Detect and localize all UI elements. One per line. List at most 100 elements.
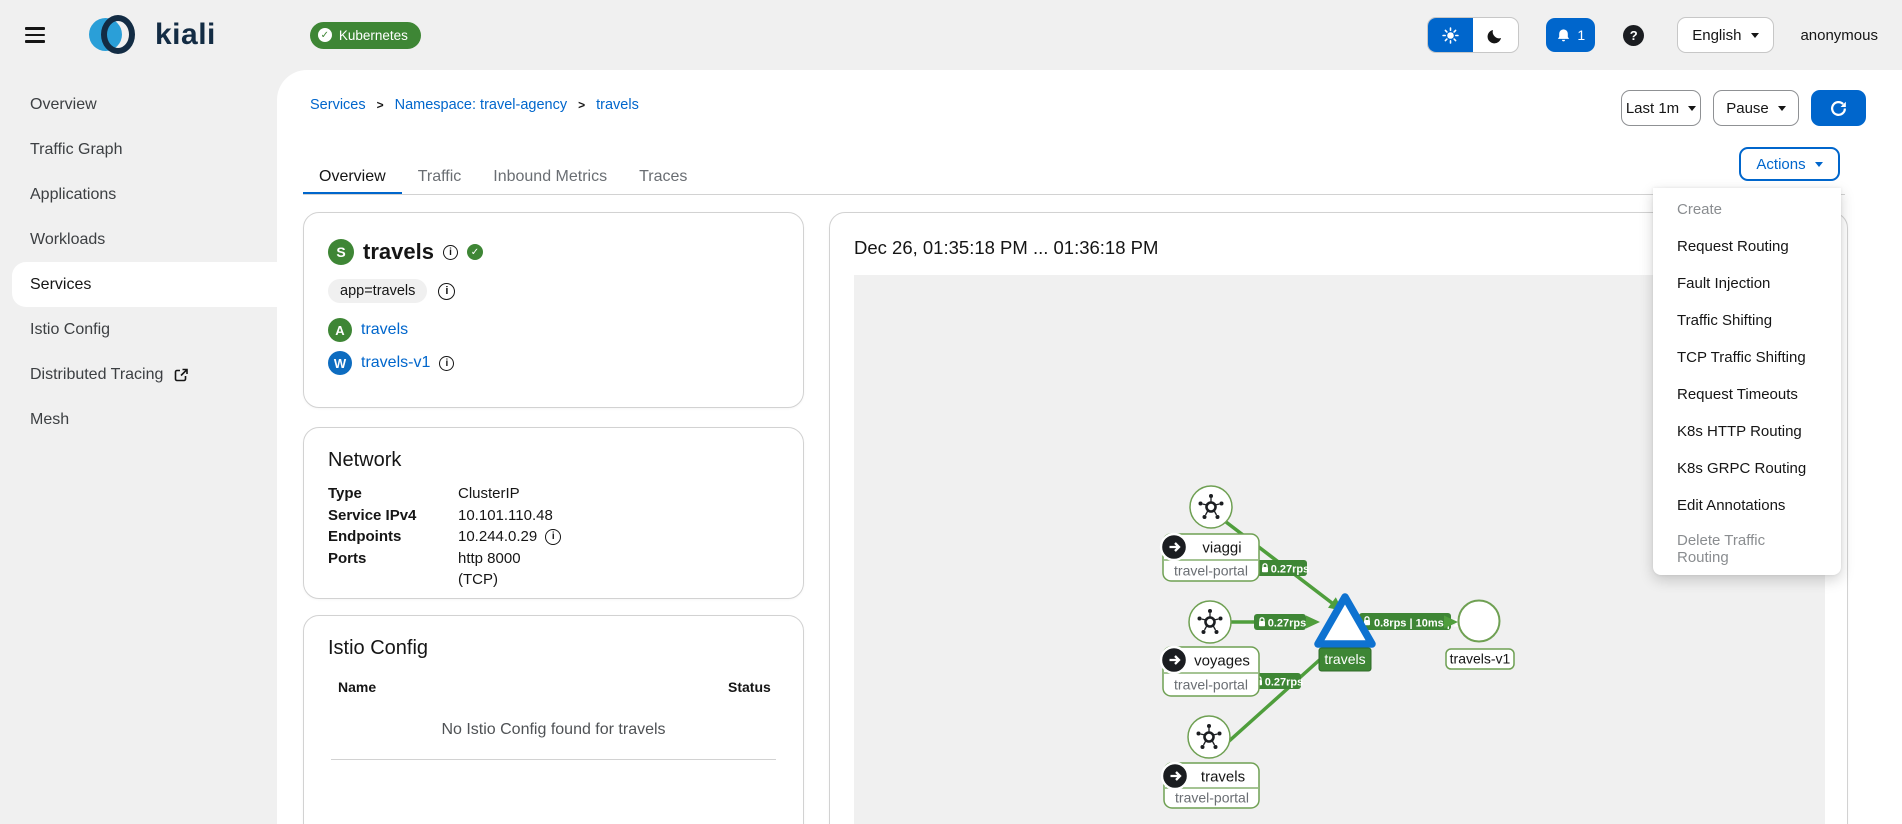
help-icon[interactable]: ? [1623,24,1645,46]
svg-text:voyages: voyages [1194,653,1250,670]
tab-traffic[interactable]: Traffic [402,159,478,194]
arrow-circle-icon [1159,532,1189,562]
sun-icon [1442,26,1459,44]
workload-box-node-viaggi[interactable]: viaggi travel-portal [1159,532,1260,582]
tab-overview[interactable]: Overview [303,159,402,195]
menu-item-create: Create [1677,201,1723,218]
moon-icon [1487,29,1502,43]
svg-text:0.27rps: 0.27rps [1268,618,1307,630]
theme-toggle [1427,17,1520,53]
svg-text:travel-portal: travel-portal [1175,790,1249,806]
tab-bar: Overview Traffic Inbound Metrics Traces [303,159,703,195]
refresh-interval-dropdown[interactable]: Pause [1713,90,1799,126]
breadcrumb-services[interactable]: Services [310,97,366,113]
info-icon[interactable]: i [439,355,455,371]
light-theme-button[interactable] [1428,18,1474,52]
sidebar-item-istio-config[interactable]: Istio Config [0,307,277,352]
duration-dropdown[interactable]: Last 1m [1621,90,1701,126]
menu-item-k8s-http-routing[interactable]: K8s HTTP Routing [1653,413,1841,450]
menu-item-request-timeouts[interactable]: Request Timeouts [1653,376,1841,413]
masthead: kiali ✓ Kubernetes 1 ? English anonymous [0,0,1902,70]
svg-text:travel-portal: travel-portal [1174,563,1248,579]
workload-box-node-travels[interactable]: travels travel-portal [1160,761,1260,809]
hamburger-menu-icon[interactable] [25,27,45,43]
refresh-button[interactable] [1811,90,1866,126]
app-link[interactable]: travels [361,321,408,339]
network-row-service-ip: Service IPv4 10.101.110.48 [328,506,553,524]
service-type-badge: S [328,239,354,265]
menu-item-traffic-shifting[interactable]: Traffic Shifting [1653,302,1841,339]
workload-circle-node-travels-v1[interactable]: travels-v1 [1445,599,1515,670]
app-type-badge: A [328,318,352,342]
menu-item-request-routing[interactable]: Request Routing [1653,228,1841,265]
breadcrumb: Services > Namespace: travel-agency > tr… [310,97,639,113]
menu-item-delete-traffic-routing: Delete Traffic Routing [1677,531,1766,566]
sidebar-item-distributed-tracing[interactable]: Distributed Tracing [0,352,277,397]
sidebar-item-services[interactable]: Services [12,262,277,307]
notifications-count: 1 [1577,27,1586,43]
workload-type-badge: W [328,351,352,375]
network-card-title: Network [328,449,402,471]
mesh-node[interactable] [1189,485,1233,529]
angle-right-icon: > [578,98,586,112]
tab-inbound-metrics[interactable]: Inbound Metrics [477,159,623,194]
istio-card-title: Istio Config [328,637,429,659]
dark-theme-button[interactable] [1473,18,1518,52]
kiali-logo-icon [89,13,147,57]
language-dropdown[interactable]: English [1677,17,1775,53]
info-icon[interactable]: i [442,244,458,260]
mesh-node[interactable] [1188,600,1232,644]
edge-rate-badge: 0.27rps [1254,614,1306,630]
kiali-logo[interactable]: kiali [89,13,216,57]
menu-item-edit-annotations[interactable]: Edit Annotations [1653,487,1841,524]
sidebar-item-traffic-graph[interactable]: Traffic Graph [0,127,277,172]
network-row-type: Type ClusterIP [328,485,520,502]
sync-icon [1831,100,1846,116]
actions-button[interactable]: Actions [1739,147,1840,181]
mesh-node[interactable] [1187,715,1231,759]
notifications-button[interactable]: 1 [1546,18,1596,52]
breadcrumb-service-name[interactable]: travels [596,97,639,113]
menu-item-fault-injection[interactable]: Fault Injection [1653,265,1841,302]
menu-item-k8s-grpc-routing[interactable]: K8s GRPC Routing [1653,450,1841,487]
istio-table-header: Name Status [328,679,779,697]
arrow-circle-icon [1160,761,1190,791]
workload-box-node-voyages[interactable]: voyages travel-portal [1159,645,1260,697]
check-circle-icon: ✓ [317,28,332,42]
sidebar: Overview Traffic Graph Applications Work… [0,70,277,824]
tab-traces[interactable]: Traces [623,159,703,194]
info-icon[interactable]: i [438,282,456,300]
svg-text:0.27rps: 0.27rps [1265,677,1304,689]
content-panel: Services > Namespace: travel-agency > tr… [277,70,1902,824]
external-link-icon [174,368,189,382]
health-check-icon: ✓ [466,244,483,260]
sidebar-item-workloads[interactable]: Workloads [0,217,277,262]
breadcrumb-namespace[interactable]: Namespace: travel-agency [395,97,567,113]
arrowhead [1306,615,1320,629]
workload-link[interactable]: travels-v1 [361,354,430,372]
svg-text:0.27rps: 0.27rps [1271,564,1310,576]
refresh-interval-label: Pause [1726,99,1769,117]
service-triangle-node-travels[interactable]: travels [1314,593,1376,672]
caret-down-icon [1777,105,1786,111]
duration-label: Last 1m [1625,99,1680,117]
sidebar-item-applications[interactable]: Applications [0,172,277,217]
caret-down-icon [1688,105,1697,111]
brand-name: kiali [155,18,216,51]
menu-item-tcp-traffic-shifting[interactable]: TCP Traffic Shifting [1653,339,1841,376]
service-title: travels [363,239,434,264]
cluster-badge: ✓ Kubernetes [309,21,421,49]
cluster-badge-label: Kubernetes [338,27,408,43]
sidebar-item-mesh[interactable]: Mesh [0,397,277,442]
svg-text:viaggi: viaggi [1202,540,1241,557]
column-status: Status [728,679,771,695]
table-divider [331,759,776,760]
istio-config-card: Istio Config Name Status No Istio Config… [303,615,804,824]
svg-text:travels-v1: travels-v1 [1450,651,1511,667]
user-menu[interactable]: anonymous [1800,27,1878,44]
graph-time-range: Dec 26, 01:35:18 PM ... 01:36:18 PM [854,237,1159,258]
sidebar-item-overview[interactable]: Overview [0,82,277,127]
svg-text:travels: travels [1201,769,1245,786]
svg-text:travels: travels [1324,651,1365,667]
info-icon[interactable]: i [545,528,562,545]
